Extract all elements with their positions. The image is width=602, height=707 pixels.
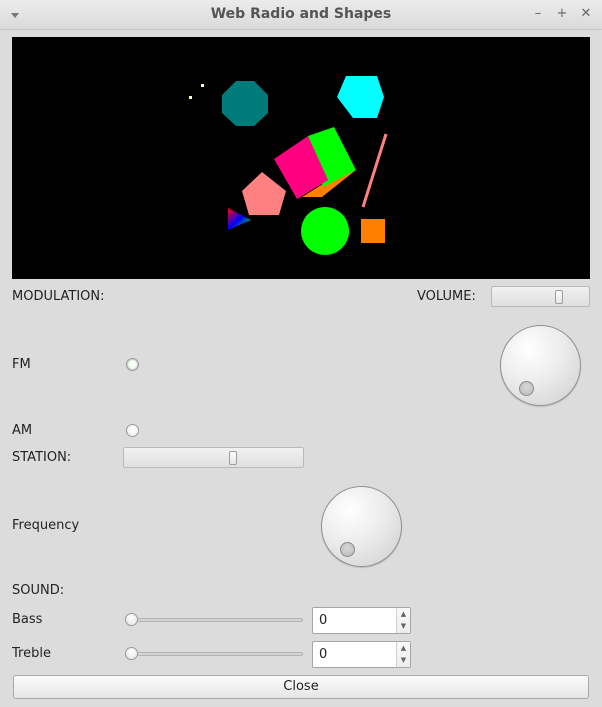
volume-dial-indicator <box>519 381 534 396</box>
pentagon-shape <box>242 172 286 215</box>
green-circle <box>301 207 349 255</box>
modulation-label: MODULATION: <box>12 289 105 304</box>
fm-radio[interactable] <box>126 358 139 371</box>
treble-spinbox[interactable]: 0 ▲ ▼ <box>312 641 411 668</box>
hexagon-shape <box>337 76 384 118</box>
volume-dial[interactable] <box>500 325 581 406</box>
frequency-label: Frequency <box>12 518 80 533</box>
shapes-drawing <box>189 76 388 255</box>
am-label: AM <box>12 423 33 438</box>
treble-label: Treble <box>12 646 51 661</box>
bass-slider-groove <box>125 618 303 622</box>
treble-down-arrow-icon[interactable]: ▼ <box>397 654 410 666</box>
frequency-dial[interactable] <box>321 486 402 567</box>
maximize-button[interactable]: + <box>554 6 570 22</box>
close-button[interactable]: Close <box>13 675 589 699</box>
bass-slider-handle[interactable] <box>125 613 138 626</box>
shapes-canvas <box>12 37 590 279</box>
window-title: Web Radio and Shapes <box>210 6 392 22</box>
small-square-1 <box>189 96 192 99</box>
close-window-button[interactable]: ✕ <box>578 6 594 22</box>
diagonal-line <box>361 133 388 208</box>
sound-label: SOUND: <box>12 583 65 598</box>
bass-up-arrow-icon[interactable]: ▲ <box>397 608 410 620</box>
orange-square <box>361 219 385 243</box>
volume-scrollbar-thumb[interactable] <box>555 290 563 304</box>
station-label: STATION: <box>12 450 72 465</box>
bass-slider[interactable] <box>125 612 303 628</box>
treble-slider-handle[interactable] <box>125 647 138 660</box>
treble-spin-arrows: ▲ ▼ <box>396 642 410 667</box>
station-scrollbar[interactable] <box>123 447 304 468</box>
minimize-button[interactable]: – <box>530 6 546 22</box>
volume-scrollbar[interactable] <box>491 286 590 307</box>
bass-value[interactable]: 0 <box>319 613 327 628</box>
volume-label: VOLUME: <box>417 289 476 304</box>
am-radio[interactable] <box>126 424 139 437</box>
treble-slider-groove <box>125 652 303 656</box>
bass-spin-arrows: ▲ ▼ <box>396 608 410 633</box>
fm-label: FM <box>12 357 31 372</box>
bass-label: Bass <box>12 612 43 627</box>
bass-spinbox[interactable]: 0 ▲ ▼ <box>312 607 411 634</box>
title-bar: Web Radio and Shapes – + ✕ <box>0 0 602 30</box>
treble-value[interactable]: 0 <box>319 647 327 662</box>
octagon-shape <box>222 81 268 126</box>
station-scrollbar-thumb[interactable] <box>229 451 237 465</box>
gradient-triangle <box>228 208 251 230</box>
bass-down-arrow-icon[interactable]: ▼ <box>397 620 410 632</box>
small-square-2 <box>201 84 204 87</box>
frequency-dial-indicator <box>340 542 355 557</box>
treble-up-arrow-icon[interactable]: ▲ <box>397 642 410 654</box>
treble-slider[interactable] <box>125 646 303 662</box>
